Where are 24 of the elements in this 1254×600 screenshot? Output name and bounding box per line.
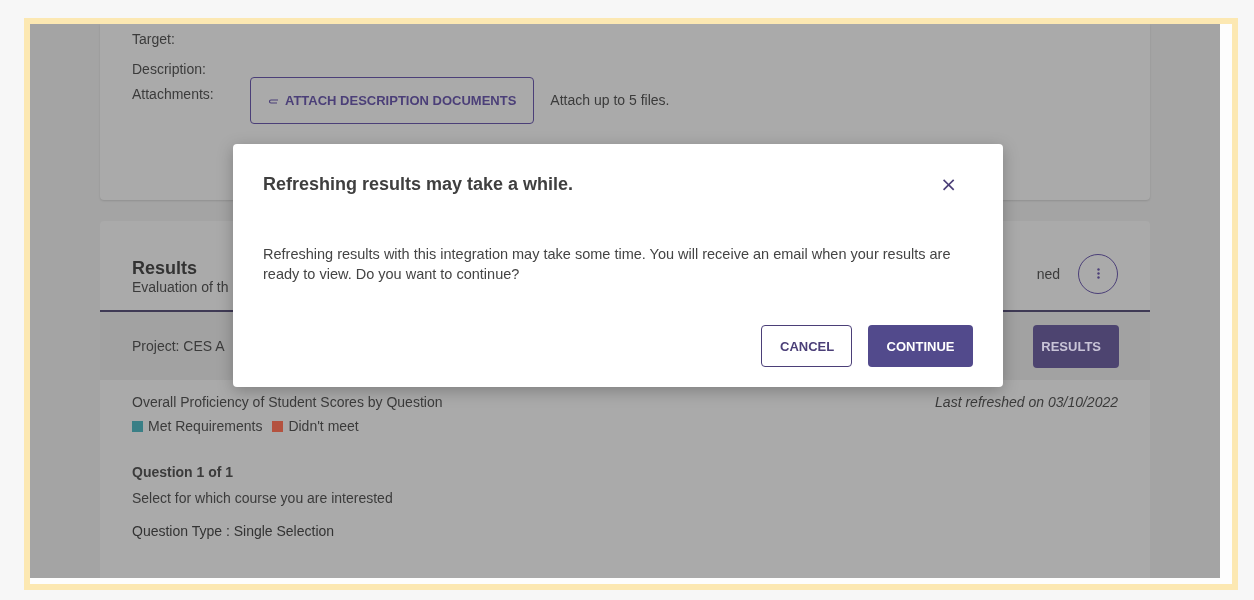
close-button[interactable]: × [940,172,973,196]
paperclip-icon [268,96,279,105]
dialog-message: Refreshing results with this integration may take some time. You will receive an email when your results are ready to view. Do you want to continue? [263,245,952,284]
attach-documents-button[interactable]: ATTACH DESCRIPTION DOCUMENTS [250,77,535,124]
results-subtitle: Evaluation of th [132,279,229,295]
question-text: Select for which course you are interested [132,490,394,506]
dialog-title: Refreshing results may take a while. [263,173,574,195]
question-type: Question Type : Single Selection [132,523,336,539]
legend-label: Met Requirements [148,418,263,434]
field-label: Target: [132,31,176,47]
results-title: Results [132,258,199,279]
attach-hint: Attach up to 5 files. [550,92,670,108]
question-number: Question 1 of 1 [132,464,235,480]
field-label: Description: [132,61,207,77]
field-label: Attachments: [132,86,215,102]
last-refreshed-text: Last refreshed on 03/10/2022 [935,394,1118,410]
continue-button[interactable]: CONTINUE [868,325,973,367]
legend-label: Didn't meet [288,418,359,434]
cancel-button[interactable]: CANCEL [761,325,852,367]
chart-title: Overall Proficiency of Student Scores by Question [132,394,443,410]
status-text: ned [1036,265,1060,282]
project-label: Project: CES A [132,338,225,354]
more-vertical-icon [1096,268,1100,279]
refresh-results-button[interactable]: RESULTS [1033,324,1119,368]
